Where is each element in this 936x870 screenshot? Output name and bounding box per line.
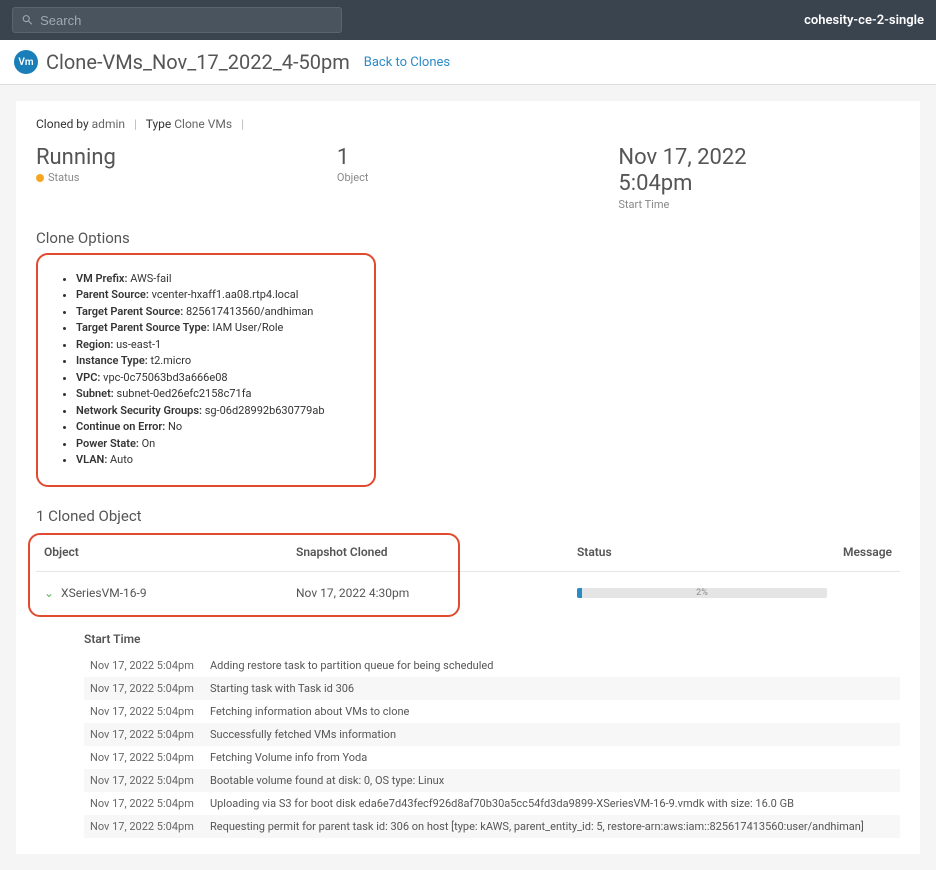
progress-bar: 2%: [577, 588, 827, 598]
summary-status: Running Status: [36, 145, 337, 211]
log-row: Nov 17, 2022 5:04pmFetching Volume info …: [84, 746, 900, 769]
log-time: Nov 17, 2022 5:04pm: [84, 654, 204, 677]
clone-options-box: VM Prefix: AWS-failParent Source: vcente…: [36, 253, 376, 487]
status-value: Running: [36, 145, 337, 171]
option-item: Subnet: subnet-0ed26efc2158c71fa: [76, 386, 354, 403]
log-time: Nov 17, 2022 5:04pm: [84, 700, 204, 723]
cloned-object-table-wrap: Object Snapshot Cloned Status Message ⌄ …: [36, 533, 900, 614]
vm-icon: Vm: [14, 50, 38, 74]
search-box[interactable]: [12, 7, 342, 33]
log-message: Fetching information about VMs to clone: [204, 700, 900, 723]
log-table: Nov 17, 2022 5:04pmAdding restore task t…: [84, 654, 900, 838]
log-time: Nov 17, 2022 5:04pm: [84, 677, 204, 700]
type-value: Clone VMs: [174, 117, 232, 131]
summary-object: 1 Object: [337, 145, 618, 211]
summary-start-time: Nov 17, 2022 5:04pm Start Time: [618, 145, 820, 211]
log-time: Nov 17, 2022 5:04pm: [84, 723, 204, 746]
log-time: Nov 17, 2022 5:04pm: [84, 815, 204, 838]
separator: |: [134, 117, 137, 131]
col-object[interactable]: Object: [36, 533, 288, 572]
log-row: Nov 17, 2022 5:04pmSuccessfully fetched …: [84, 723, 900, 746]
log-row: Nov 17, 2022 5:04pmStarting task with Ta…: [84, 677, 900, 700]
option-item: Region: us-east-1: [76, 337, 354, 354]
snapshot-cell: Nov 17, 2022 4:30pm: [288, 571, 569, 614]
log-row: Nov 17, 2022 5:04pmUploading via S3 for …: [84, 792, 900, 815]
log-row: Nov 17, 2022 5:04pmAdding restore task t…: [84, 654, 900, 677]
log-message: Requesting permit for parent task id: 30…: [204, 815, 900, 838]
log-message: Starting task with Task id 306: [204, 677, 900, 700]
col-snapshot[interactable]: Snapshot Cloned: [288, 533, 569, 572]
page-title: Clone-VMs_Nov_17_2022_4-50pm: [46, 50, 350, 74]
option-item: Continue on Error: No: [76, 419, 354, 436]
col-status[interactable]: Status: [569, 533, 835, 572]
search-icon: [21, 13, 34, 27]
status-cell: 2%: [569, 571, 835, 614]
log-message: Successfully fetched VMs information: [204, 723, 900, 746]
option-item: Power State: On: [76, 436, 354, 453]
back-to-clones-link[interactable]: Back to Clones: [364, 55, 450, 70]
option-item: VM Prefix: AWS-fail: [76, 271, 354, 288]
chevron-down-icon[interactable]: ⌄: [44, 586, 54, 600]
type-label: Type: [146, 117, 172, 131]
log-message: Adding restore task to partition queue f…: [204, 654, 900, 677]
log-time: Nov 17, 2022 5:04pm: [84, 746, 204, 769]
status-label: Status: [36, 171, 337, 184]
log-area: Start Time Nov 17, 2022 5:04pmAdding res…: [36, 624, 900, 838]
option-item: Target Parent Source: 825617413560/andhi…: [76, 304, 354, 321]
col-message[interactable]: Message: [835, 533, 900, 572]
start-time-value: Nov 17, 2022 5:04pm: [618, 145, 820, 198]
log-row: Nov 17, 2022 5:04pmFetching information …: [84, 700, 900, 723]
message-cell: [835, 571, 900, 614]
clone-options-heading: Clone Options: [36, 229, 900, 247]
log-message: Uploading via S3 for boot disk eda6e7d43…: [204, 792, 900, 815]
log-time: Nov 17, 2022 5:04pm: [84, 792, 204, 815]
cloned-by-label: Cloned by: [36, 117, 89, 131]
object-count: 1: [337, 145, 618, 171]
table-row[interactable]: ⌄ XSeriesVM-16-9 Nov 17, 2022 4:30pm 2%: [36, 571, 900, 614]
meta-row: Cloned by admin | Type Clone VMs |: [36, 117, 900, 131]
separator: |: [241, 117, 244, 131]
object-label: Object: [337, 171, 618, 184]
log-heading: Start Time: [84, 624, 900, 654]
option-item: Network Security Groups: sg-06d28992b630…: [76, 403, 354, 420]
search-input[interactable]: [40, 13, 333, 28]
option-item: VLAN: Auto: [76, 452, 354, 469]
log-message: Bootable volume found at disk: 0, OS typ…: [204, 769, 900, 792]
start-time-label: Start Time: [618, 198, 820, 211]
option-item: Parent Source: vcenter-hxaff1.aa08.rtp4.…: [76, 287, 354, 304]
summary-row: Running Status 1 Object Nov 17, 2022 5:0…: [36, 145, 900, 211]
topbar: cohesity-ce-2-single: [0, 0, 936, 40]
option-item: VPC: vpc-0c75063bd3a666e08: [76, 370, 354, 387]
log-message: Fetching Volume info from Yoda: [204, 746, 900, 769]
status-dot-icon: [36, 174, 44, 182]
option-item: Target Parent Source Type: IAM User/Role: [76, 320, 354, 337]
cluster-name[interactable]: cohesity-ce-2-single: [804, 13, 924, 28]
content-panel: Cloned by admin | Type Clone VMs | Runni…: [16, 101, 920, 854]
progress-text: 2%: [577, 588, 827, 598]
log-row: Nov 17, 2022 5:04pmRequesting permit for…: [84, 815, 900, 838]
page-header: Vm Clone-VMs_Nov_17_2022_4-50pm Back to …: [0, 40, 936, 85]
object-cell: ⌄ XSeriesVM-16-9: [36, 571, 288, 614]
log-row: Nov 17, 2022 5:04pmBootable volume found…: [84, 769, 900, 792]
cloned-object-heading: 1 Cloned Object: [36, 507, 900, 525]
option-item: Instance Type: t2.micro: [76, 353, 354, 370]
cloned-by-value: admin: [92, 117, 125, 131]
cloned-object-table: Object Snapshot Cloned Status Message ⌄ …: [36, 533, 900, 614]
log-time: Nov 17, 2022 5:04pm: [84, 769, 204, 792]
